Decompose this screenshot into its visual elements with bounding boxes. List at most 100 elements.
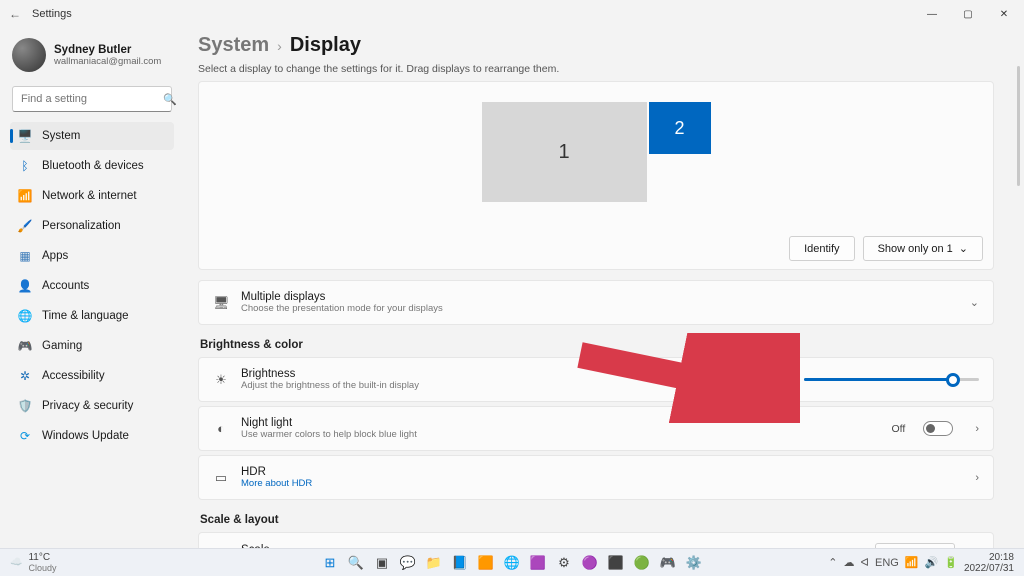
wifi-icon[interactable]: 📶 [905, 556, 919, 569]
xbox-icon[interactable]: 🎮 [657, 552, 679, 574]
back-button[interactable]: ← [8, 7, 22, 21]
search-button[interactable]: 🔍 [345, 552, 367, 574]
nav-icon: ▦ [18, 249, 32, 263]
location-icon[interactable]: ᐊ [861, 556, 869, 569]
sidebar-item-apps[interactable]: ▦Apps [10, 242, 174, 270]
system-tray[interactable]: ⌃ ☁ ᐊ ENG 📶 🔊 🔋 20:18 2022/07/31 [828, 552, 1014, 574]
section-brightness-color: Brightness & color [200, 339, 994, 351]
brightness-sub: Adjust the brightness of the built-in di… [241, 380, 792, 391]
task-view-button[interactable]: ▣ [371, 552, 393, 574]
steam-icon[interactable]: ⚙ [553, 552, 575, 574]
scrollbar[interactable] [1017, 66, 1020, 186]
sidebar-item-personalization[interactable]: 🖌️Personalization [10, 212, 174, 240]
nav-icon: 🛡️ [18, 399, 32, 413]
nav-icon: 🎮 [18, 339, 32, 353]
spotify-icon[interactable]: 🟢 [631, 552, 653, 574]
close-button[interactable]: ✕ [986, 2, 1022, 26]
sidebar-item-system[interactable]: 🖥️ System [10, 122, 174, 150]
hdr-icon: ▭ [213, 470, 229, 486]
avatar [12, 38, 46, 72]
profile-name: Sydney Butler [54, 44, 161, 56]
onedrive-icon[interactable]: ☁ [844, 556, 855, 569]
search-input[interactable] [21, 93, 163, 105]
app-icon[interactable]: 🟧 [475, 552, 497, 574]
night-light-row[interactable]: ◐ Night light Use warmer colors to help … [198, 406, 994, 451]
explorer-button[interactable]: 📁 [423, 552, 445, 574]
minimize-button[interactable]: — [914, 2, 950, 26]
sidebar: Sydney Butler wallmaniacal@gmail.com 🔍 🖥… [0, 28, 180, 548]
breadcrumb: System › Display [198, 34, 994, 57]
sidebar-item-network-internet[interactable]: 📶Network & internet [10, 182, 174, 210]
show-only-dropdown[interactable]: Show only on 1⌄ [863, 236, 983, 261]
hdr-link[interactable]: More about HDR [241, 478, 312, 489]
display-2[interactable]: 2 [649, 102, 711, 154]
sidebar-item-gaming[interactable]: 🎮 Gaming [10, 332, 174, 360]
app-icon[interactable]: 📘 [449, 552, 471, 574]
sidebar-item-accounts[interactable]: 👤Accounts [10, 272, 174, 300]
app-title: Settings [32, 8, 72, 20]
chat-button[interactable]: 💬 [397, 552, 419, 574]
chevron-down-icon: ⌄ [959, 242, 968, 255]
profile-block[interactable]: Sydney Butler wallmaniacal@gmail.com [10, 34, 174, 82]
app-icon[interactable]: 🟪 [527, 552, 549, 574]
brightness-icon: ☀ [213, 372, 229, 388]
display-canvas[interactable]: 1 2 [209, 102, 983, 232]
search-box[interactable]: 🔍 [12, 86, 172, 112]
titlebar: ← Settings — ▢ ✕ [0, 0, 1024, 28]
chevron-down-icon: ⌄ [970, 296, 979, 309]
nav-icon: 🌐 [18, 309, 32, 323]
nav-label: Network & internet [42, 190, 137, 202]
hdr-row[interactable]: ▭ HDR More about HDR › [198, 455, 994, 500]
sidebar-item-bluetooth-devices[interactable]: ᛒBluetooth & devices [10, 152, 174, 180]
app-icon[interactable]: ⬛ [605, 552, 627, 574]
clock[interactable]: 20:18 2022/07/31 [964, 552, 1014, 574]
volume-icon[interactable]: 🔊 [925, 556, 939, 569]
breadcrumb-parent[interactable]: System [198, 34, 269, 57]
brightness-title: Brightness [241, 368, 792, 380]
scale-row[interactable]: ◱ Scale Change the size of text, apps, a… [198, 532, 994, 548]
nav-icon: 🖌️ [18, 219, 32, 233]
language-icon[interactable]: ENG [875, 557, 899, 569]
taskbar-center: ⊞ 🔍 ▣ 💬 📁 📘 🟧 🌐 🟪 ⚙ 🟣 ⬛ 🟢 🎮 ⚙️ [319, 552, 705, 574]
nav-icon: ✲ [18, 369, 32, 383]
nav-label: Bluetooth & devices [42, 160, 144, 172]
brightness-row: ☀ Brightness Adjust the brightness of th… [198, 357, 994, 402]
weather-desc: Cloudy [28, 563, 56, 573]
tray-chevron-icon[interactable]: ⌃ [828, 556, 837, 569]
chevron-right-icon: › [277, 38, 282, 54]
search-icon: 🔍 [163, 93, 177, 106]
nav-icon: 🖥️ [18, 129, 32, 143]
nav-label: System [42, 130, 80, 142]
start-button[interactable]: ⊞ [319, 552, 341, 574]
taskbar[interactable]: ☁️ 11°C Cloudy ⊞ 🔍 ▣ 💬 📁 📘 🟧 🌐 🟪 ⚙ 🟣 ⬛ 🟢… [0, 548, 1024, 576]
sidebar-item-privacy-security[interactable]: 🛡️ Privacy & security [10, 392, 174, 420]
section-scale-layout: Scale & layout [200, 514, 994, 526]
sidebar-item-accessibility[interactable]: ✲Accessibility [10, 362, 174, 390]
brightness-slider[interactable] [804, 378, 979, 381]
display-1[interactable]: 1 [482, 102, 647, 202]
chrome-icon[interactable]: 🌐 [501, 552, 523, 574]
profile-email: wallmaniacal@gmail.com [54, 56, 161, 67]
night-light-toggle[interactable] [923, 421, 953, 436]
nav-label: Time & language [42, 310, 129, 322]
intro-text: Select a display to change the settings … [198, 63, 994, 75]
nav-label: Gaming [42, 340, 82, 352]
weather-temp: 11°C [28, 552, 56, 563]
nav-label: Privacy & security [42, 400, 133, 412]
identify-button[interactable]: Identify [789, 236, 854, 261]
nav-list: 🖥️ System ᛒBluetooth & devices📶Network & i… [10, 122, 174, 450]
nav-label: Accounts [42, 280, 89, 292]
multiple-displays-title: Multiple displays [241, 291, 958, 303]
chevron-right-icon: › [975, 423, 979, 435]
weather-widget[interactable]: ☁️ 11°C Cloudy [10, 552, 56, 573]
settings-icon[interactable]: ⚙️ [683, 552, 705, 574]
sidebar-item-windows-update[interactable]: ⟳Windows Update [10, 422, 174, 450]
maximize-button[interactable]: ▢ [950, 2, 986, 26]
sidebar-item-time-language[interactable]: 🌐 Time & language [10, 302, 174, 330]
multiple-displays-sub: Choose the presentation mode for your di… [241, 303, 958, 314]
multiple-displays-row[interactable]: 🖥 Multiple displays Choose the presentat… [198, 280, 994, 325]
nav-icon: ⟳ [18, 429, 32, 443]
app-icon[interactable]: 🟣 [579, 552, 601, 574]
battery-icon[interactable]: 🔋 [944, 556, 958, 569]
night-light-state: Off [892, 423, 906, 435]
